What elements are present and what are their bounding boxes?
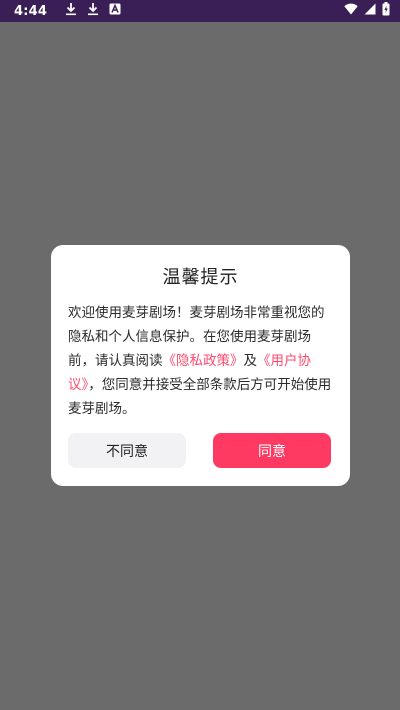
status-bar: 4:44 <box>0 0 400 22</box>
disagree-button[interactable]: 不同意 <box>68 433 186 468</box>
download-icon <box>65 2 77 20</box>
wifi-icon <box>344 3 358 19</box>
message-text: ，您同意并接受全部条款后方可开始使用麦芽剧场。 <box>68 377 332 417</box>
accessibility-icon <box>109 3 121 19</box>
system-icons <box>344 2 390 20</box>
signal-icon <box>364 3 376 19</box>
dialog-message: 欢迎使用麦芽剧场！麦芽剧场非常重视您的隐私和个人信息保护。在您使用麦芽剧场前，请… <box>68 301 334 421</box>
message-text: 及 <box>243 353 258 369</box>
battery-icon <box>382 2 390 20</box>
dialog-title: 温馨提示 <box>162 267 239 288</box>
privacy-policy-link[interactable]: 《隐私政策》 <box>163 353 244 369</box>
download-icon <box>87 2 99 20</box>
agree-button[interactable]: 同意 <box>213 433 331 468</box>
status-time: 4:44 <box>14 3 48 19</box>
notification-icons <box>65 2 121 20</box>
privacy-dialog: 温馨提示 欢迎使用麦芽剧场！麦芽剧场非常重视您的隐私和个人信息保护。在您使用麦芽… <box>51 245 350 486</box>
